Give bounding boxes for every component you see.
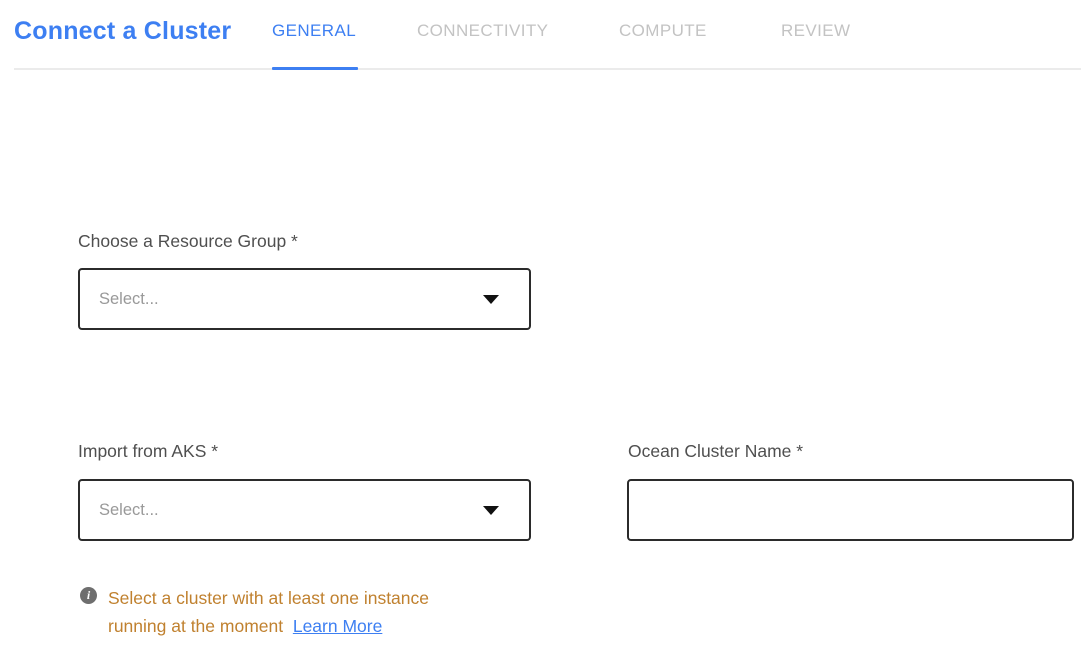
note-text: Select a cluster with at least one insta… [108,584,466,640]
import-aks-label: Import from AKS * [78,441,218,462]
import-aks-select[interactable]: Select... [78,479,531,541]
tab-review[interactable]: REVIEW [781,21,850,41]
tab-general[interactable]: GENERAL [272,21,356,41]
page-title: Connect a Cluster [14,17,231,46]
wizard-header: Connect a Cluster GENERAL CONNECTIVITY C… [0,0,1088,70]
header-divider [14,68,1081,70]
tab-compute[interactable]: COMPUTE [619,21,707,41]
active-tab-indicator [272,67,358,70]
resource-group-label: Choose a Resource Group * [78,231,298,252]
resource-group-placeholder: Select... [99,290,529,309]
import-aks-placeholder: Select... [99,501,529,520]
cluster-name-label: Ocean Cluster Name * [628,441,803,462]
connect-cluster-wizard: Connect a Cluster GENERAL CONNECTIVITY C… [0,0,1088,654]
tab-connectivity[interactable]: CONNECTIVITY [417,21,548,41]
info-icon: i [80,587,97,604]
resource-group-select[interactable]: Select... [78,268,531,330]
learn-more-link[interactable]: Learn More [293,616,383,636]
cluster-name-input[interactable] [627,479,1074,541]
chevron-down-icon [483,506,499,515]
cluster-instance-note: i Select a cluster with at least one ins… [80,584,480,640]
chevron-down-icon [483,295,499,304]
